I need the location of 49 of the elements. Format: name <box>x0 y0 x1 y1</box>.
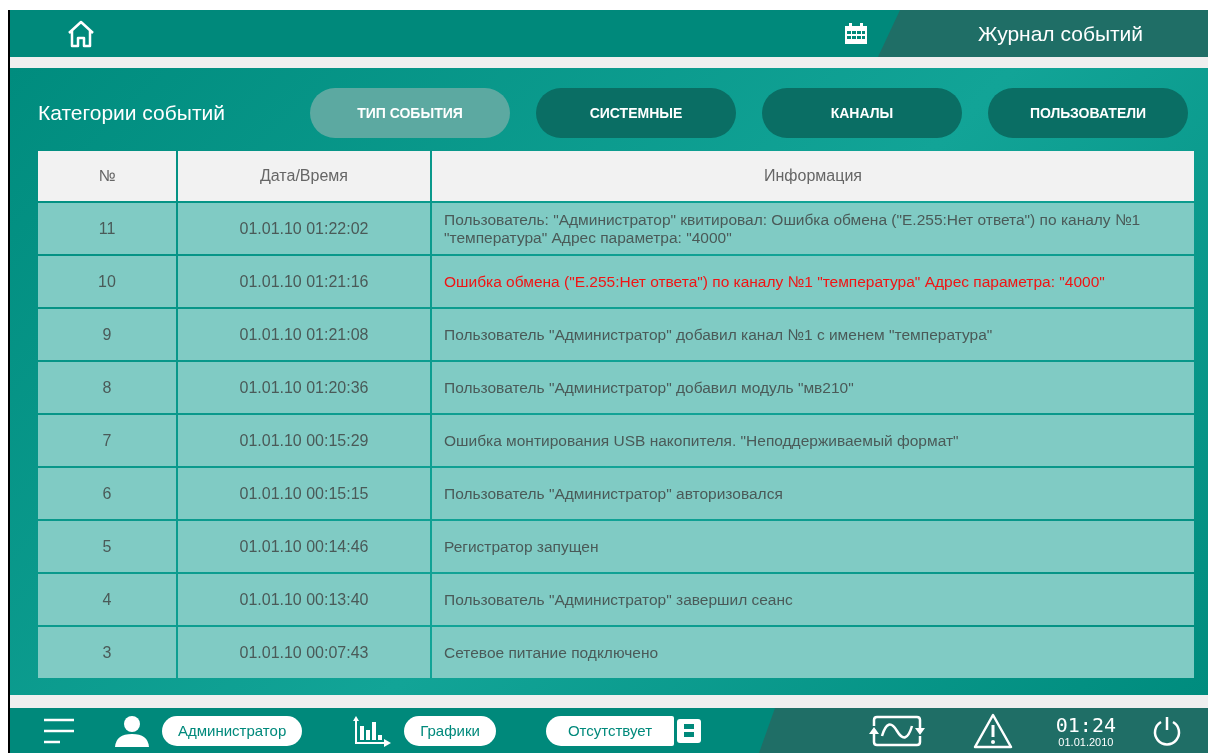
table-cell: 01.01.10 01:21:08 <box>178 309 430 360</box>
table-cell: Пользователь "Администратор" добавил модуль "мв210" <box>432 362 1194 413</box>
bar-chart-icon[interactable] <box>350 714 393 747</box>
wave-icon[interactable] <box>867 713 926 748</box>
table-cell: 01.01.10 00:07:43 <box>178 627 430 678</box>
home-icon <box>66 19 96 48</box>
table-cell: 5 <box>38 521 176 572</box>
table-cell: 01.01.10 00:13:40 <box>178 574 430 625</box>
table-cell: Сетевое питание подключено <box>432 627 1194 678</box>
table-cell: 01.01.10 01:21:16 <box>178 256 430 307</box>
table-cell: Регистратор запущен <box>432 521 1194 572</box>
table-cell: 01.01.10 01:20:36 <box>178 362 430 413</box>
table-cell: 4 <box>38 574 176 625</box>
table-cell: Пользователь "Администратор" авторизовался <box>432 468 1194 519</box>
table-cell: 3 <box>38 627 176 678</box>
clock-date: 01.01.2010 <box>1058 735 1114 748</box>
category-tab[interactable]: СИСТЕМНЫЕ <box>536 88 736 138</box>
power-icon[interactable] <box>1152 715 1182 746</box>
calendar-icon[interactable] <box>844 22 868 45</box>
categories-label: Категории событий <box>38 101 226 125</box>
category-tab[interactable]: КАНАЛЫ <box>762 88 962 138</box>
table-cell: Пользователь "Администратор" добавил канал №1 с именем "температура" <box>432 309 1194 360</box>
column-header: № <box>38 151 176 201</box>
user-button[interactable]: Администратор <box>162 715 303 746</box>
menu-icon[interactable] <box>42 716 76 745</box>
table-cell: 01.01.10 00:15:29 <box>178 415 430 466</box>
table-cell: 7 <box>38 415 176 466</box>
table-cell: Ошибка обмена ("Е.255:Нет ответа") по каналу №1 "температура" Адрес параметра: "4000" <box>432 256 1194 307</box>
storage-status: Отсутствует <box>545 715 674 746</box>
table-cell: 01.01.10 00:14:46 <box>178 521 430 572</box>
table-cell: 8 <box>38 362 176 413</box>
table-cell: 6 <box>38 468 176 519</box>
user-icon <box>114 714 150 747</box>
table-cell: Ошибка монтирования USB накопителя. "Неподдерживаемый формат" <box>432 415 1194 466</box>
warning-icon[interactable] <box>971 711 1014 750</box>
column-header: Дата/Время <box>178 151 430 201</box>
table-cell: 9 <box>38 309 176 360</box>
storage-icon <box>677 718 701 743</box>
home-button[interactable] <box>66 19 96 48</box>
table-cell: Пользователь: "Администратор" квитировал: Ошибка обмена ("Е.255:Нет ответа") по каналу №1 "температура" Адрес параметра: "4000" <box>432 203 1194 254</box>
table-cell: Пользователь "Администратор" завершил сеанс <box>432 574 1194 625</box>
clock-time: 01:24 <box>1055 713 1116 736</box>
table-cell: 01.01.10 00:15:15 <box>178 468 430 519</box>
column-header: Информация <box>432 151 1194 201</box>
window-title: Журнал событий <box>978 21 1144 46</box>
table-cell: 11 <box>38 203 176 254</box>
table-cell: 10 <box>38 256 176 307</box>
category-tab[interactable]: ПОЛЬЗОВАТЕЛИ <box>988 88 1188 138</box>
table-cell: 01.01.10 01:22:02 <box>178 203 430 254</box>
